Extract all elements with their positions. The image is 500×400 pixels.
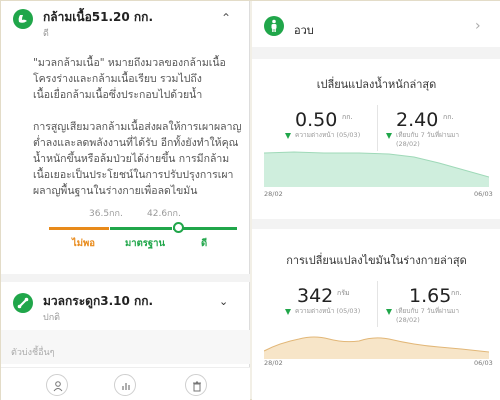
range-label-standard: มาตรฐาน	[125, 238, 165, 249]
fat-diff-unit: กรัม	[337, 289, 350, 297]
divider	[1, 274, 250, 282]
fat-date-start: 28/02	[264, 359, 283, 367]
fat-date-end: 06/03	[474, 359, 493, 367]
bone-row[interactable]: มวลกระดูก3.10 กก. ปกติ ⌄	[1, 283, 250, 329]
trash-icon[interactable]	[185, 374, 207, 396]
body-type-title: อวบ	[294, 24, 314, 37]
muscle-icon	[13, 9, 33, 29]
down-arrow-icon	[386, 133, 392, 139]
overview-panel: อวบ › เปลี่ยนแปลงน้ำหนักล่าสุด 0.50 กก. …	[252, 1, 500, 400]
muscle-title: กล้ามเนื้อ51.20 กก.	[43, 10, 154, 24]
bone-title: มวลกระดูก3.10 กก.	[43, 294, 154, 308]
fat-card-title: การเปลี่ยนแปลงไขมันในร่างกายล่าสุด	[286, 254, 467, 267]
weight-week-caption: เทียบกับ 7 วันที่ผ่านมา	[396, 131, 459, 139]
threshold-high: 42.6กก.	[147, 209, 181, 219]
muscle-advice: การสูญเสียมวลกล้ามเนื้อส่งผลให้การเผาผลา…	[33, 121, 242, 197]
range-insufficient	[49, 227, 109, 230]
weight-diff-unit: กก.	[342, 113, 353, 121]
fat-change-card[interactable]: การเปลี่ยนแปลงไขมันในร่างกายล่าสุด 342 ก…	[252, 229, 500, 400]
muscle-status: ดี	[43, 29, 49, 39]
weight-change-card[interactable]: เปลี่ยนแปลงน้ำหนักล่าสุด 0.50 กก. ความต่…	[252, 59, 500, 219]
body-icon	[264, 16, 284, 36]
muscle-header[interactable]: กล้ามเนื้อ51.20 กก. ดี ⌃	[1, 1, 250, 47]
down-arrow-icon	[285, 309, 291, 315]
chevron-up-icon[interactable]: ⌃	[221, 11, 231, 25]
weight-trend-chart	[264, 151, 489, 187]
fat-trend-chart	[264, 336, 489, 359]
fat-week-caption: เทียบกับ 7 วันที่ผ่านมา	[396, 307, 459, 315]
divider	[377, 105, 378, 151]
fat-diff-value: 342	[297, 285, 334, 307]
range-label-good: ดี	[201, 238, 208, 249]
app-frame: กล้ามเนื้อ51.20 กก. ดี ⌃ "มวลกล้ามเนื้อ"…	[0, 0, 500, 400]
range-label-insufficient: ไม่พอ	[72, 238, 96, 249]
fat-week-unit: กก.	[451, 289, 462, 297]
weight-area	[264, 152, 489, 187]
chart-icon[interactable]	[114, 374, 136, 396]
weight-date-end: 06/03	[474, 190, 493, 198]
threshold-low: 36.5กก.	[89, 209, 123, 219]
weight-diff-caption: ความต่างหน้า (05/03)	[295, 131, 361, 139]
fat-week-value: 1.65	[409, 285, 452, 307]
body-type-header[interactable]: อวบ ›	[252, 1, 500, 47]
detail-panel: กล้ามเนื้อ51.20 กก. ดี ⌃ "มวลกล้ามเนื้อ"…	[1, 1, 250, 400]
bone-status: ปกติ	[43, 313, 61, 323]
weight-diff-value: 0.50	[295, 109, 338, 131]
weight-date-start: 28/02	[264, 190, 283, 198]
chevron-right-icon[interactable]: ›	[475, 18, 481, 34]
weight-card-title: เปลี่ยนแปลงน้ำหนักล่าสุด	[316, 78, 437, 91]
bone-icon	[13, 293, 33, 313]
person-icon[interactable]	[46, 374, 68, 396]
muscle-range-scale: 36.5กก. 42.6กก. ไม่พอ มาตรฐาน ดี	[49, 206, 237, 249]
current-value-marker	[173, 222, 184, 233]
down-arrow-icon	[386, 309, 392, 315]
range-standard	[110, 227, 172, 230]
fat-diff-caption: ความต่างหน้า (05/03)	[295, 307, 361, 315]
other-metrics-label: ตัวบ่งชี้อื่นๆ	[11, 348, 55, 358]
weight-week-unit: กก.	[443, 113, 454, 121]
weight-week-date: (28/02)	[396, 140, 420, 148]
bottom-toolbar	[1, 367, 250, 400]
weight-week-value: 2.40	[396, 109, 439, 131]
muscle-description: "มวลกล้ามเนื้อ" หมายถึงมวลของกล้ามเนื้อโ…	[33, 57, 226, 101]
down-arrow-icon	[285, 133, 291, 139]
chevron-down-icon[interactable]: ⌄	[219, 295, 228, 308]
